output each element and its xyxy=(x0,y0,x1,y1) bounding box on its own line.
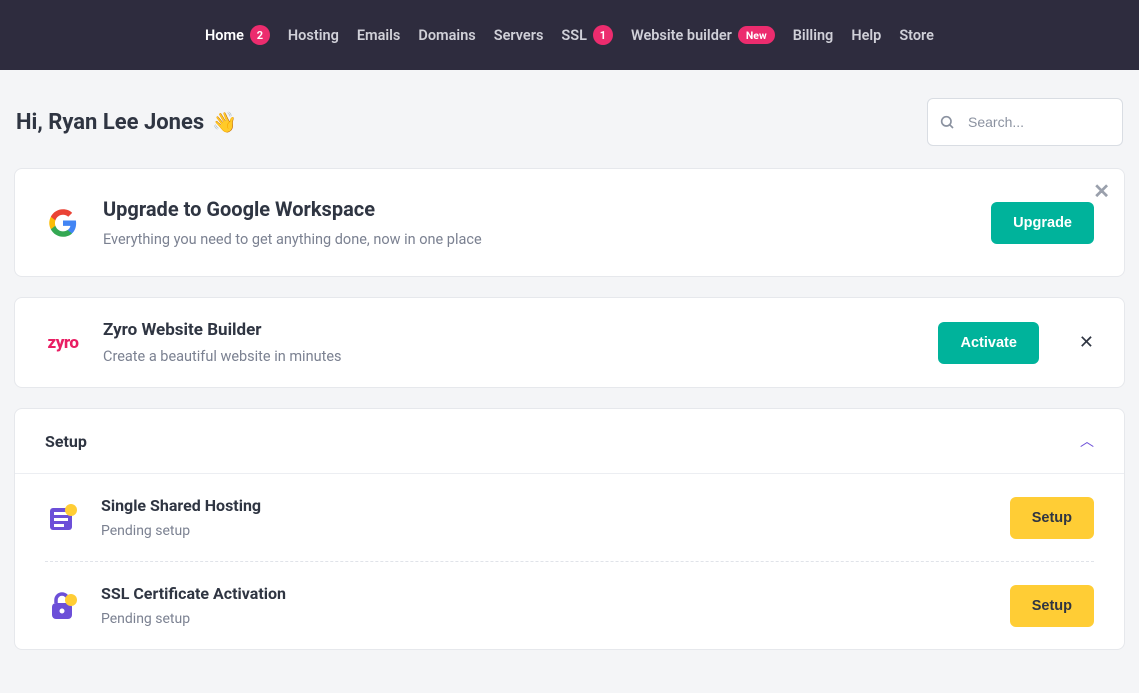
nav-new-badge: New xyxy=(738,26,775,44)
nav-label: Help xyxy=(851,27,881,44)
setup-text: SSL Certificate Activation Pending setup xyxy=(101,584,990,627)
chevron-up-icon[interactable]: ︿ xyxy=(1080,431,1094,451)
setup-header[interactable]: Setup ︿ xyxy=(15,409,1124,474)
setup-panel: Setup ︿ Single Shared Hosting Pending se… xyxy=(14,408,1125,650)
setup-item-subtitle: Pending setup xyxy=(101,523,990,539)
nav-hosting[interactable]: Hosting xyxy=(288,27,339,44)
google-workspace-banner: ✕ Upgrade to Google Workspace Everything… xyxy=(14,168,1125,277)
banner-text: Upgrade to Google Workspace Everything y… xyxy=(103,197,969,248)
banner-subtitle: Everything you need to get anything done… xyxy=(103,231,969,248)
setup-row-hosting: Single Shared Hosting Pending setup Setu… xyxy=(15,474,1124,561)
nav-label: Store xyxy=(899,27,934,44)
nav-home-badge: 2 xyxy=(250,25,270,45)
setup-row-ssl: SSL Certificate Activation Pending setup… xyxy=(45,561,1094,649)
nav-label: Hosting xyxy=(288,27,339,44)
ssl-lock-icon xyxy=(45,589,81,623)
nav-label: Website builder xyxy=(631,27,732,44)
close-icon[interactable]: ✕ xyxy=(1079,332,1094,353)
google-logo-icon xyxy=(45,205,81,241)
greeting-text: Hi, Ryan Lee Jones xyxy=(16,110,204,135)
nav-billing[interactable]: Billing xyxy=(793,27,834,44)
nav-label: Servers xyxy=(494,27,544,44)
setup-item-title: Single Shared Hosting xyxy=(101,496,990,515)
nav-label: Home xyxy=(205,27,244,44)
close-icon[interactable]: ✕ xyxy=(1093,181,1110,201)
header-row: Hi, Ryan Lee Jones 👋 xyxy=(14,98,1125,146)
nav-servers[interactable]: Servers xyxy=(494,27,544,44)
search-icon xyxy=(939,114,955,130)
nav-label: Emails xyxy=(357,27,401,44)
setup-text: Single Shared Hosting Pending setup xyxy=(101,496,990,539)
setup-button[interactable]: Setup xyxy=(1010,497,1094,539)
setup-title: Setup xyxy=(45,432,87,451)
search-box xyxy=(927,98,1123,146)
setup-item-title: SSL Certificate Activation xyxy=(101,584,990,603)
zyro-banner: zyro Zyro Website Builder Create a beaut… xyxy=(14,297,1125,388)
nav-label: SSL xyxy=(561,27,587,44)
banner-text: Zyro Website Builder Create a beautiful … xyxy=(103,320,916,365)
top-nav: Home 2 Hosting Emails Domains Servers SS… xyxy=(0,0,1139,70)
zyro-logo-icon: zyro xyxy=(45,325,81,361)
nav-ssl-badge: 1 xyxy=(593,25,613,45)
banner-title: Upgrade to Google Workspace xyxy=(103,197,969,221)
search-input[interactable] xyxy=(927,98,1123,146)
wave-icon: 👋 xyxy=(212,110,237,134)
nav-label: Domains xyxy=(418,27,475,44)
setup-item-subtitle: Pending setup xyxy=(101,611,990,627)
nav-website-builder[interactable]: Website builder New xyxy=(631,26,775,44)
banner-subtitle: Create a beautiful website in minutes xyxy=(103,348,916,365)
upgrade-button[interactable]: Upgrade xyxy=(991,202,1094,244)
greeting: Hi, Ryan Lee Jones 👋 xyxy=(16,110,237,135)
nav-ssl[interactable]: SSL 1 xyxy=(561,25,613,45)
nav-domains[interactable]: Domains xyxy=(418,27,475,44)
nav-home[interactable]: Home 2 xyxy=(205,25,270,45)
banner-title: Zyro Website Builder xyxy=(103,320,916,340)
activate-button[interactable]: Activate xyxy=(938,322,1038,364)
nav-help[interactable]: Help xyxy=(851,27,881,44)
setup-button[interactable]: Setup xyxy=(1010,585,1094,627)
nav-emails[interactable]: Emails xyxy=(357,27,401,44)
hosting-icon xyxy=(45,501,81,535)
nav-store[interactable]: Store xyxy=(899,27,934,44)
nav-label: Billing xyxy=(793,27,834,44)
